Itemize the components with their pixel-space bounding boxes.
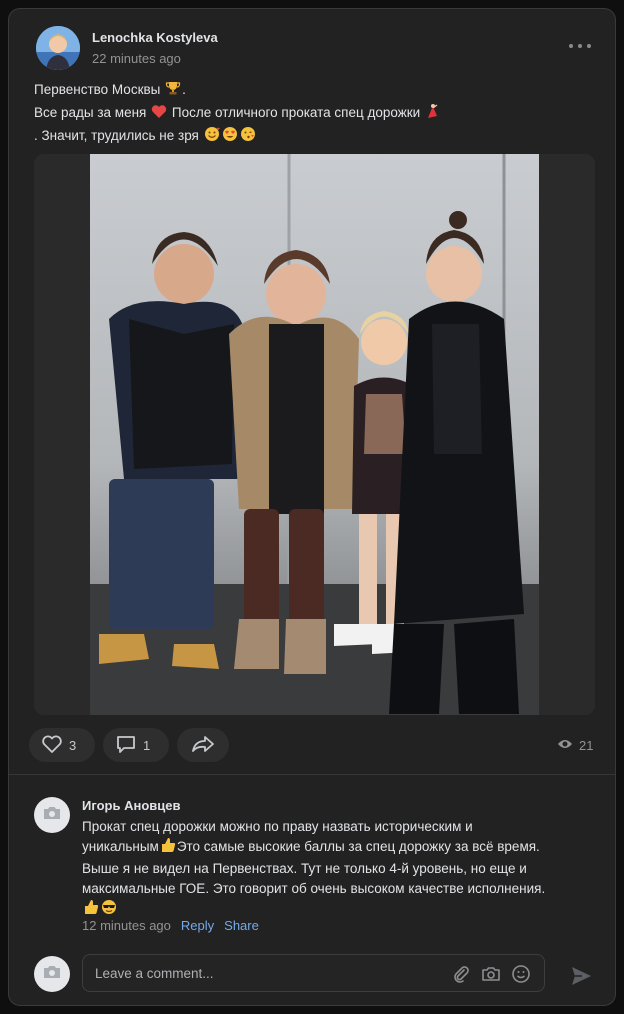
heart-eyes-emoji-icon: [222, 126, 238, 148]
comment-button[interactable]: 1: [103, 728, 169, 762]
current-user-avatar: [34, 956, 70, 992]
like-count: 3: [69, 737, 77, 753]
comment-meta: 12 minutes ago Reply Share: [82, 918, 259, 933]
post-photo[interactable]: [34, 154, 595, 715]
kiss-emoji-icon: [240, 126, 256, 148]
emoji-smile-icon[interactable]: [511, 964, 531, 984]
share-arrow-icon: [191, 734, 215, 757]
views-count: 21: [579, 738, 594, 753]
post-text: Первенство Москвы . Все рады за меня Пос…: [34, 79, 594, 148]
post-line-3: . Значит, трудились не зря: [34, 125, 594, 148]
commenter-avatar[interactable]: [34, 797, 70, 833]
heart-emoji-icon: [151, 104, 167, 125]
comment-text: Прокат спец дорожки можно по праву назва…: [82, 817, 582, 921]
dancer-emoji-icon: [425, 103, 439, 125]
trophy-emoji-icon: [165, 80, 181, 102]
comment-composer: [82, 954, 545, 992]
comment-count: 1: [143, 737, 151, 753]
share-button[interactable]: [177, 728, 229, 762]
like-button[interactable]: 3: [29, 728, 95, 762]
divider: [9, 774, 615, 775]
post-time[interactable]: 22 minutes ago: [92, 51, 181, 66]
comment-time[interactable]: 12 minutes ago: [82, 918, 171, 933]
comment-icon: [115, 734, 137, 757]
more-options-icon[interactable]: [569, 39, 591, 53]
camera-icon[interactable]: [481, 964, 501, 984]
camera-placeholder-icon: [43, 965, 61, 984]
post-line-1: Первенство Москвы .: [34, 79, 594, 102]
camera-placeholder-icon: [43, 806, 61, 825]
comment-author[interactable]: Игорь Ановцев: [82, 798, 180, 813]
thumbs-up-emoji-icon: [160, 837, 176, 859]
share-link[interactable]: Share: [224, 918, 259, 933]
comment-input[interactable]: [95, 963, 435, 983]
post-card: Lenochka Kostyleva 22 minutes ago Первен…: [8, 8, 616, 1006]
post-line-2: Все рады за меня После отличного проката…: [34, 102, 594, 125]
author-name[interactable]: Lenochka Kostyleva: [92, 30, 218, 45]
eye-icon: [557, 738, 573, 753]
author-avatar[interactable]: [36, 26, 80, 70]
reply-link[interactable]: Reply: [181, 918, 214, 933]
smiling-hearts-emoji-icon: [204, 126, 220, 148]
paperclip-icon[interactable]: [451, 964, 471, 984]
heart-icon: [41, 734, 63, 757]
send-icon[interactable]: [569, 964, 593, 988]
views-counter: 21: [557, 738, 593, 753]
